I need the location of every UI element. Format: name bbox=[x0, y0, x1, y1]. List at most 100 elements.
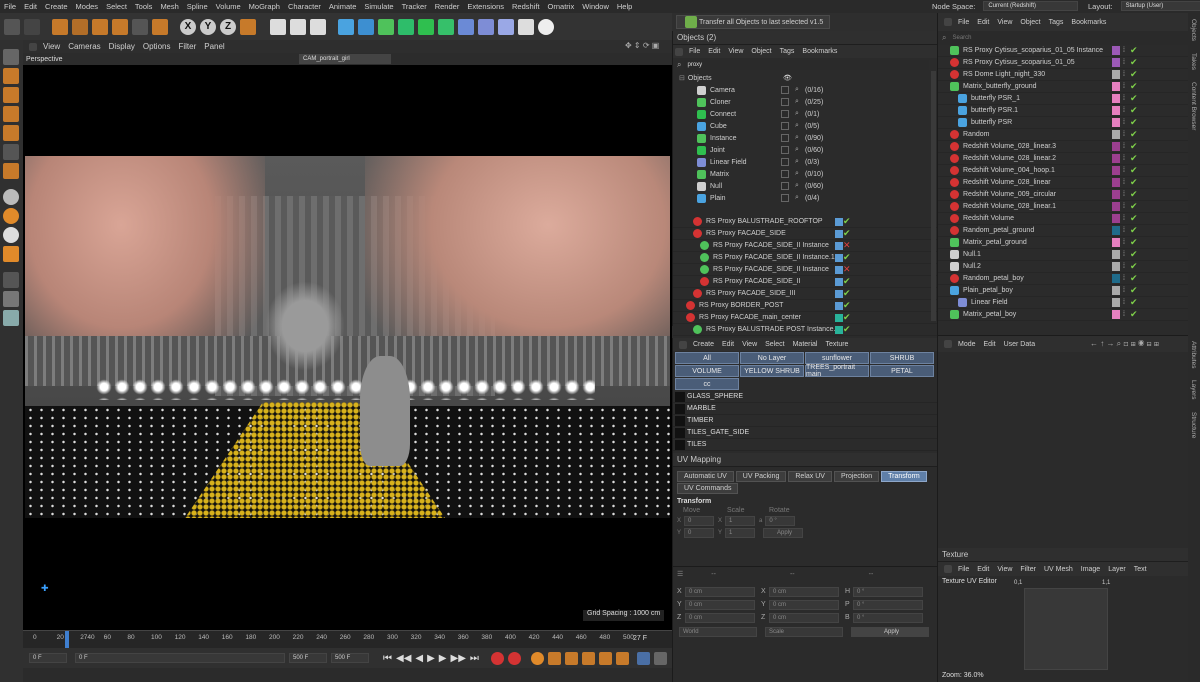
object-tree-row[interactable]: Matrix_petal_ground ⁞ ✔ bbox=[938, 237, 1188, 249]
layer-button[interactable]: sunflower bbox=[805, 352, 869, 364]
object-manager-menu-file[interactable]: File bbox=[954, 19, 973, 26]
layout-select[interactable]: Startup (User) bbox=[1120, 1, 1200, 11]
side-tab-takes[interactable]: Takes bbox=[1188, 47, 1197, 76]
viewport-menu-view[interactable]: View bbox=[39, 42, 64, 51]
object-filter-input[interactable]: proxy bbox=[684, 60, 930, 70]
object-manager-menu-view[interactable]: View bbox=[993, 19, 1016, 26]
layer-color-swatch[interactable] bbox=[835, 301, 843, 310]
cloner-icon[interactable] bbox=[398, 18, 414, 35]
uv-scale-y[interactable]: 1 bbox=[725, 528, 756, 538]
attributes-menu-mode[interactable]: Mode bbox=[954, 341, 980, 348]
tag-check-icon[interactable]: ✔ bbox=[1130, 57, 1138, 68]
visibility-dots-icon[interactable]: ⁞ bbox=[1123, 179, 1125, 186]
object-tree-row[interactable]: RS Dome Light_night_330 ⁞ ✔ bbox=[938, 69, 1188, 81]
snap-settings-icon[interactable] bbox=[3, 208, 19, 224]
layer-color-swatch[interactable] bbox=[1112, 250, 1120, 259]
texture-menu-file[interactable]: File bbox=[954, 566, 973, 573]
menu-spline[interactable]: Spline bbox=[183, 2, 212, 11]
node-space-select[interactable]: Current (Redshift) bbox=[983, 1, 1079, 11]
menu-ornatrix[interactable]: Ornatrix bbox=[544, 2, 579, 11]
scale-icon[interactable] bbox=[92, 18, 108, 35]
object-tree-row[interactable]: Null.2 ⁞ ✔ bbox=[938, 261, 1188, 273]
magnet-icon[interactable] bbox=[3, 246, 19, 262]
layer-color-swatch[interactable] bbox=[1112, 58, 1120, 67]
move-icon[interactable] bbox=[72, 18, 88, 35]
timeline[interactable]: 0 20 2740 60 80 100 120 140 160 180 200 220 240 260 28… bbox=[23, 630, 672, 649]
layer-color-swatch[interactable] bbox=[1112, 106, 1120, 115]
autokey-icon[interactable] bbox=[507, 651, 521, 665]
object-manager-menu-bookmarks[interactable]: Bookmarks bbox=[1067, 19, 1110, 26]
layer-color-swatch[interactable] bbox=[1112, 94, 1120, 103]
tag-check-icon[interactable]: ✔ bbox=[1130, 273, 1138, 284]
visibility-checkbox[interactable] bbox=[781, 158, 789, 166]
enabled-check-icon[interactable]: ✔ bbox=[843, 324, 851, 335]
objects-menu-edit[interactable]: Edit bbox=[704, 48, 724, 55]
tag-check-icon[interactable]: ✔ bbox=[1130, 309, 1138, 320]
coords-mode-select[interactable]: World bbox=[679, 627, 757, 637]
tag-check-icon[interactable]: ✔ bbox=[1130, 81, 1138, 92]
layer-color-swatch[interactable] bbox=[1112, 190, 1120, 199]
key-pos-icon[interactable] bbox=[547, 651, 561, 665]
end-frame-field[interactable]: 500 F bbox=[289, 653, 327, 663]
viewport-menu-panel[interactable]: Panel bbox=[200, 42, 228, 51]
uv-apply-button[interactable]: Apply bbox=[763, 528, 804, 538]
visibility-checkbox[interactable] bbox=[781, 194, 789, 202]
prev-frame-icon[interactable]: ◀ bbox=[415, 653, 423, 664]
axis-x-button[interactable]: X bbox=[180, 18, 196, 35]
filter-cube[interactable]: Cube ⌕ (0/5) bbox=[673, 120, 937, 132]
menu-render[interactable]: Render bbox=[431, 2, 464, 11]
visibility-dots-icon[interactable]: ⁞ bbox=[1123, 275, 1125, 282]
materials-menu-texture[interactable]: Texture bbox=[822, 341, 853, 348]
max-frame-field[interactable]: 500 F bbox=[331, 653, 369, 663]
uv-move-y[interactable]: 0 bbox=[684, 528, 715, 538]
layer-button[interactable]: cc bbox=[675, 378, 739, 390]
visibility-dots-icon[interactable]: ⁞ bbox=[1123, 251, 1125, 258]
layer-button[interactable]: No Layer bbox=[740, 352, 804, 364]
tag-check-icon[interactable]: ✔ bbox=[1130, 153, 1138, 164]
visibility-checkbox[interactable] bbox=[781, 170, 789, 178]
material-row[interactable]: TILES bbox=[673, 439, 937, 451]
enabled-check-icon[interactable]: ✔ bbox=[843, 300, 851, 311]
tag-check-icon[interactable]: ✔ bbox=[1130, 177, 1138, 188]
field-icon[interactable] bbox=[438, 18, 454, 35]
tag-check-icon[interactable]: ✔ bbox=[1130, 165, 1138, 176]
rotate-icon[interactable] bbox=[112, 18, 128, 35]
tag-check-icon[interactable]: ✔ bbox=[1130, 45, 1138, 56]
texture-menu-view[interactable]: View bbox=[993, 566, 1016, 573]
tag-check-icon[interactable]: ✔ bbox=[1130, 93, 1138, 104]
tag-check-icon[interactable]: ✔ bbox=[1130, 285, 1138, 296]
next-frame-icon[interactable]: ▶ bbox=[439, 653, 447, 664]
coords-field[interactable]: 0 cm bbox=[769, 612, 839, 623]
layer-color-swatch[interactable] bbox=[1112, 298, 1120, 307]
transform-icon[interactable] bbox=[152, 18, 168, 35]
grid-icon[interactable] bbox=[3, 291, 19, 307]
key-scale-icon[interactable] bbox=[581, 651, 595, 665]
materials-menu-create[interactable]: Create bbox=[689, 341, 718, 348]
object-tree-row[interactable]: Redshift Volume_028_linear ⁞ ✔ bbox=[938, 177, 1188, 189]
object-tree-row[interactable]: Redshift Volume_004_hoop.1 ⁞ ✔ bbox=[938, 165, 1188, 177]
pen-icon[interactable] bbox=[358, 18, 374, 35]
menu-modes[interactable]: Modes bbox=[72, 2, 103, 11]
polygons-mode-icon[interactable] bbox=[3, 106, 19, 122]
enabled-check-icon[interactable]: ✔ bbox=[843, 276, 851, 287]
menu-help[interactable]: Help bbox=[613, 2, 636, 11]
menu-tracker[interactable]: Tracker bbox=[398, 2, 431, 11]
layer-color-swatch[interactable] bbox=[1112, 262, 1120, 271]
visibility-dots-icon[interactable]: ⁞ bbox=[1123, 287, 1125, 294]
recent-tool-icon[interactable] bbox=[132, 18, 148, 35]
visibility-checkbox[interactable] bbox=[781, 182, 789, 190]
object-tree-row[interactable]: butterfly PSR.1 ⁞ ✔ bbox=[938, 105, 1188, 117]
menu-character[interactable]: Character bbox=[284, 2, 325, 11]
uv-editor-canvas[interactable] bbox=[1024, 588, 1108, 670]
points-mode-icon[interactable] bbox=[3, 68, 19, 84]
side-tab-structure[interactable]: Structure bbox=[1188, 406, 1197, 444]
filter-null[interactable]: Null ⌕ (0/60) bbox=[673, 180, 937, 192]
filter-camera[interactable]: Camera ⌕ (0/16) bbox=[673, 84, 937, 96]
coords-field[interactable]: 0 cm bbox=[685, 612, 755, 623]
materials-menu-edit[interactable]: Edit bbox=[718, 341, 738, 348]
disabled-cross-icon[interactable]: ✕ bbox=[843, 240, 851, 251]
effector-icon[interactable] bbox=[458, 18, 474, 35]
visibility-checkbox[interactable] bbox=[781, 134, 789, 142]
layer-color-swatch[interactable] bbox=[835, 253, 843, 262]
key-param-icon[interactable] bbox=[598, 651, 612, 665]
